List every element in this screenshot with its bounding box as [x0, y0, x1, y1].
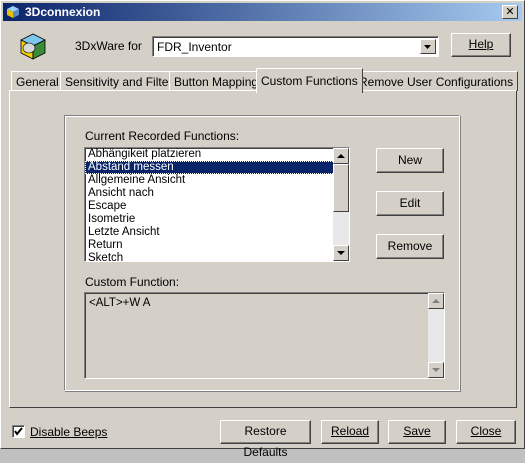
window-title: 3Dconnexion	[25, 5, 101, 19]
scroll-up-button[interactable]	[333, 148, 349, 164]
scroll-up-button[interactable]	[428, 293, 444, 309]
app-select-value: FDR_Inventor	[157, 40, 232, 54]
custom-function-scrollbar[interactable]	[428, 293, 444, 378]
close-icon: ✕	[505, 6, 515, 18]
tab-remove-user-configurations[interactable]: Remove User Configurations	[354, 71, 519, 91]
recorded-functions-label: Current Recorded Functions:	[85, 129, 240, 143]
new-button[interactable]: New	[376, 148, 444, 173]
scroll-down-button[interactable]	[333, 245, 349, 261]
list-item[interactable]: Abhängikeit platzieren	[85, 148, 349, 161]
edit-button[interactable]: Edit	[376, 191, 444, 216]
app-cube-icon	[7, 6, 19, 18]
dialog-window: 3Dconnexion ✕ 3DxWare for FDR_Inventor H…	[0, 0, 525, 459]
scroll-thumb[interactable]	[333, 164, 349, 212]
chevron-down-icon	[424, 45, 431, 49]
help-button[interactable]: Help	[451, 33, 511, 57]
dropdown-arrow-button[interactable]	[420, 39, 436, 54]
save-button[interactable]: Save	[388, 420, 446, 444]
recorded-functions-list[interactable]: Abhängikeit platzieren Abstand messen Al…	[84, 147, 350, 262]
title-bar[interactable]: 3Dconnexion ✕	[3, 3, 522, 21]
app-label: 3DxWare for	[75, 39, 142, 53]
checkmark-icon	[14, 427, 23, 436]
chevron-down-icon	[432, 368, 440, 372]
tab-sensitivity-filters[interactable]: Sensitivity and Filters	[60, 71, 184, 91]
list-items: Abhängikeit platzieren Abstand messen Al…	[85, 148, 349, 261]
3dconnexion-logo-icon	[20, 33, 46, 60]
chevron-down-icon	[337, 251, 345, 255]
list-item[interactable]: Sketch	[85, 252, 349, 261]
list-item[interactable]: Return	[85, 239, 349, 252]
custom-function-value: <ALT>+W A	[89, 297, 151, 309]
disable-beeps-label: Disable Beeps	[30, 425, 108, 439]
chevron-up-icon	[432, 299, 440, 303]
close-window-button[interactable]: ✕	[502, 5, 518, 19]
reload-button[interactable]: Reload	[321, 420, 379, 444]
chevron-up-icon	[337, 154, 345, 158]
tab-custom-functions[interactable]: Custom Functions	[256, 68, 363, 93]
list-scrollbar[interactable]	[333, 148, 349, 261]
disable-beeps-checkbox[interactable]	[12, 425, 25, 438]
custom-function-label: Custom Function:	[85, 275, 180, 289]
restore-defaults-button[interactable]: Restore Defaults	[220, 420, 311, 459]
list-item[interactable]: Letzte Ansicht	[85, 226, 349, 239]
tab-general[interactable]: General	[11, 71, 64, 91]
list-item[interactable]: Isometrie	[85, 213, 349, 226]
scroll-down-button[interactable]	[428, 362, 444, 378]
list-item[interactable]: Escape	[85, 200, 349, 213]
remove-button[interactable]: Remove	[376, 234, 444, 259]
list-item[interactable]: Allgemeine Ansicht	[85, 174, 349, 187]
close-button[interactable]: Close	[456, 420, 516, 444]
list-item-selected[interactable]: Abstand messen	[85, 161, 349, 174]
tab-button-mapping[interactable]: Button Mapping	[169, 71, 264, 91]
app-select[interactable]: FDR_Inventor	[152, 36, 439, 57]
custom-function-field[interactable]: <ALT>+W A	[84, 292, 445, 379]
list-item[interactable]: Ansicht nach	[85, 187, 349, 200]
